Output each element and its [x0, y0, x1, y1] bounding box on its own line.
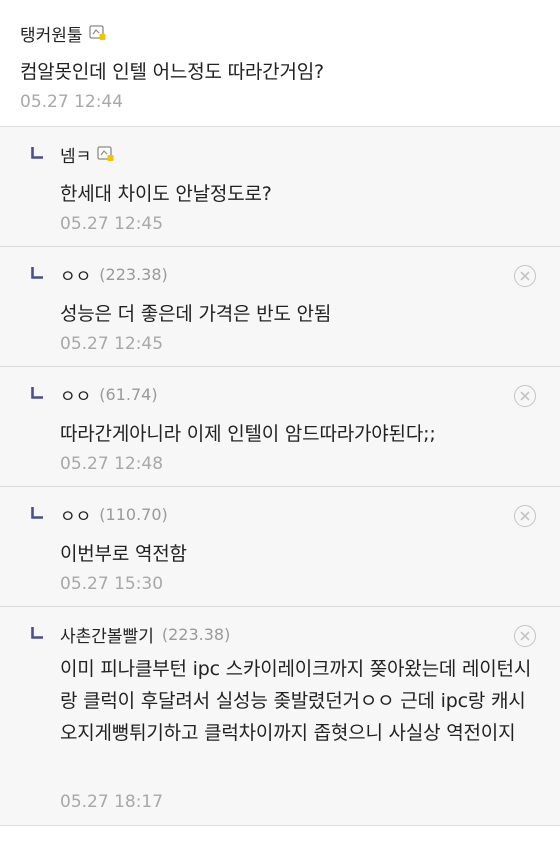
reply-item: ㅇㅇ (223.38) 성능은 더 좋은데 가격은 반도 안됨 05.27 12… — [0, 247, 560, 367]
reply-author: ㅇㅇ (223.38) — [60, 261, 168, 287]
comment: 탱커원툴 컴알못인데 인텔 어느정도 따라간거임? 05.27 12:44 — [0, 0, 560, 127]
nickname[interactable]: 넴ㅋ — [60, 142, 91, 167]
reply-time: 05.27 18:17 — [60, 792, 164, 812]
delete-button[interactable] — [514, 505, 536, 527]
reply-body: 이미 피나클부턴 ipc 스카이레이크까지 쫒아왔는데 레이턴시랑 클럭이 후달… — [60, 658, 532, 744]
reply-body: 성능은 더 좋은데 가격은 반도 안됨 — [60, 303, 332, 325]
reply-author: ㅇㅇ (110.70) — [60, 501, 168, 527]
nickname[interactable]: 사촌간볼빨기 — [60, 622, 154, 647]
delete-button[interactable] — [514, 625, 536, 647]
delete-button[interactable] — [514, 265, 536, 287]
reply-arrow-icon — [31, 627, 43, 639]
close-icon — [520, 511, 530, 521]
reply-body: 이번부로 역전함 — [60, 543, 187, 565]
comment-thread: 탱커원툴 컴알못인데 인텔 어느정도 따라간거임? 05.27 12:44 넴ㅋ… — [0, 0, 560, 826]
ip-address: (223.38) — [99, 264, 168, 284]
reply-author: 넴ㅋ — [60, 141, 115, 167]
close-icon — [520, 631, 530, 641]
fixed-nick-badge-icon — [97, 146, 114, 161]
reply-body: 따라간게아니라 이제 인텔이 암드따라가야된다;; — [60, 423, 436, 445]
reply-item: 넴ㅋ 한세대 차이도 안날정도로? 05.27 12:45 — [0, 127, 560, 247]
nickname[interactable]: ㅇㅇ — [60, 502, 91, 527]
reply-item: ㅇㅇ (61.74) 따라간게아니라 이제 인텔이 암드따라가야된다;; 05.… — [0, 367, 560, 487]
fixed-nick-badge-icon — [88, 25, 106, 40]
nickname[interactable]: ㅇㅇ — [60, 382, 91, 407]
ip-address: (61.74) — [99, 384, 158, 404]
reply-time: 05.27 12:45 — [60, 214, 164, 234]
reply-time: 05.27 12:48 — [60, 454, 164, 474]
ip-address: (223.38) — [161, 624, 231, 644]
reply-author: ㅇㅇ (61.74) — [60, 381, 158, 407]
reply-author: 사촌간볼빨기 (223.38) — [60, 621, 230, 647]
reply-item: 사촌간볼빨기 (223.38) 이미 피나클부턴 ipc 스카이레이크까지 쫒아… — [0, 607, 560, 826]
reply-time: 05.27 15:30 — [60, 574, 164, 594]
reply-time: 05.27 12:45 — [60, 334, 164, 354]
ip-address: (110.70) — [99, 504, 168, 524]
reply-arrow-icon — [31, 147, 43, 159]
reply-body: 한세대 차이도 안날정도로? — [60, 183, 272, 205]
reply-item: ㅇㅇ (110.70) 이번부로 역전함 05.27 15:30 — [0, 487, 560, 607]
comment-body: 컴알못인데 인텔 어느정도 따라간거임? — [20, 61, 324, 83]
close-icon — [520, 271, 530, 281]
close-icon — [520, 391, 530, 401]
comment-author: 탱커원툴 — [20, 20, 107, 46]
reply-arrow-icon — [31, 387, 43, 399]
reply-arrow-icon — [31, 507, 43, 519]
comment-time: 05.27 12:44 — [20, 92, 124, 112]
nickname[interactable]: ㅇㅇ — [60, 262, 91, 287]
delete-button[interactable] — [514, 385, 536, 407]
reply-arrow-icon — [31, 267, 43, 279]
nickname[interactable]: 탱커원툴 — [20, 21, 83, 46]
